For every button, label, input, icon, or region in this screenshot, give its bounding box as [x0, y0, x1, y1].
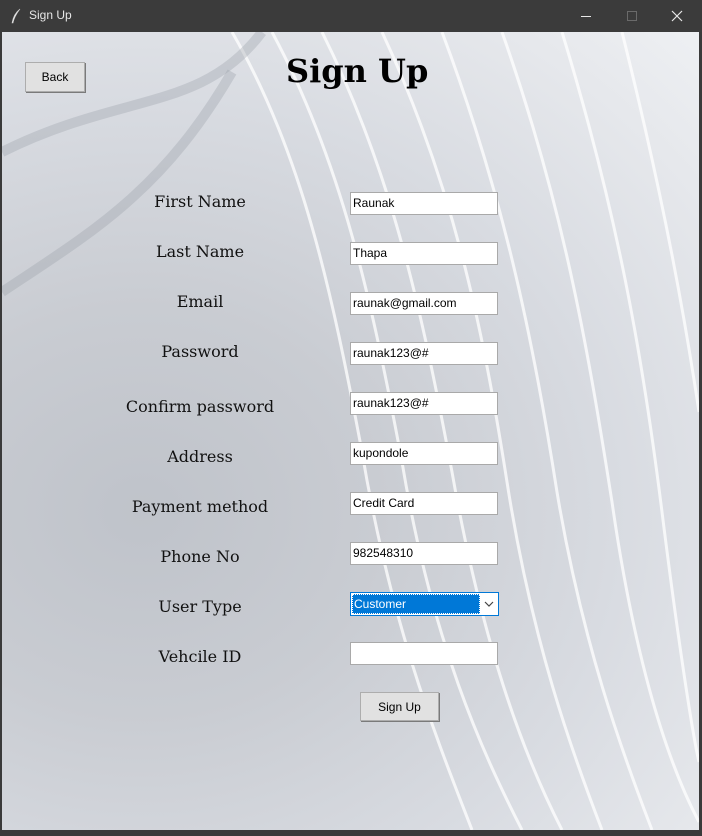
- password-label: Password: [161, 342, 239, 361]
- close-icon: [671, 10, 683, 22]
- user-type-select[interactable]: Customer: [350, 592, 499, 616]
- background-waves: [2, 32, 699, 830]
- chevron-down-icon[interactable]: [483, 598, 495, 610]
- feather-icon: [11, 8, 21, 24]
- minimize-button[interactable]: [563, 0, 609, 32]
- close-button[interactable]: [654, 0, 700, 32]
- phone-field[interactable]: [350, 542, 498, 565]
- email-label: Email: [176, 292, 224, 311]
- email-input[interactable]: [353, 293, 497, 314]
- vehicle-id-input[interactable]: [353, 643, 497, 664]
- vehicle-id-label: Vehcile ID: [158, 647, 242, 666]
- maximize-icon: [627, 11, 637, 21]
- confirm-password-label: Confirm password: [125, 397, 275, 416]
- payment-method-input[interactable]: [353, 493, 497, 514]
- back-button[interactable]: Back: [25, 62, 85, 92]
- confirm-password-field[interactable]: [350, 392, 498, 415]
- app-window: Sign Up Back Sign Up First Name Raunak L…: [0, 0, 702, 836]
- address-field[interactable]: [350, 442, 498, 465]
- sign-up-panel: Back Sign Up First Name Last Name Email …: [2, 32, 699, 830]
- window-bottom-border: [0, 830, 702, 836]
- title-bar[interactable]: Sign Up: [0, 0, 702, 32]
- vehicle-id-field[interactable]: [350, 642, 498, 665]
- last-name-label: Last Name: [155, 242, 245, 261]
- address-input[interactable]: [353, 443, 497, 464]
- last-name-input[interactable]: [353, 243, 497, 264]
- first-name-field[interactable]: [350, 192, 498, 215]
- first-name-input[interactable]: [353, 193, 497, 214]
- user-type-selected[interactable]: Customer: [352, 594, 480, 614]
- payment-method-field[interactable]: [350, 492, 498, 515]
- phone-input[interactable]: [353, 543, 497, 564]
- sign-up-button[interactable]: Sign Up: [360, 692, 439, 721]
- minimize-icon: [581, 16, 591, 17]
- first-name-label: First Name: [154, 192, 246, 211]
- window-title: Sign Up: [29, 8, 72, 22]
- payment-method-label: Payment method: [131, 497, 269, 516]
- password-field[interactable]: [350, 342, 498, 365]
- address-label: Address: [167, 447, 233, 466]
- email-field[interactable]: [350, 292, 498, 315]
- last-name-field[interactable]: [350, 242, 498, 265]
- password-input[interactable]: [353, 343, 497, 364]
- user-type-label: User Type: [158, 597, 242, 616]
- page-title: Sign Up: [286, 52, 429, 90]
- maximize-button[interactable]: [609, 0, 655, 32]
- confirm-password-input[interactable]: [353, 393, 497, 414]
- phone-label: Phone No: [160, 547, 240, 566]
